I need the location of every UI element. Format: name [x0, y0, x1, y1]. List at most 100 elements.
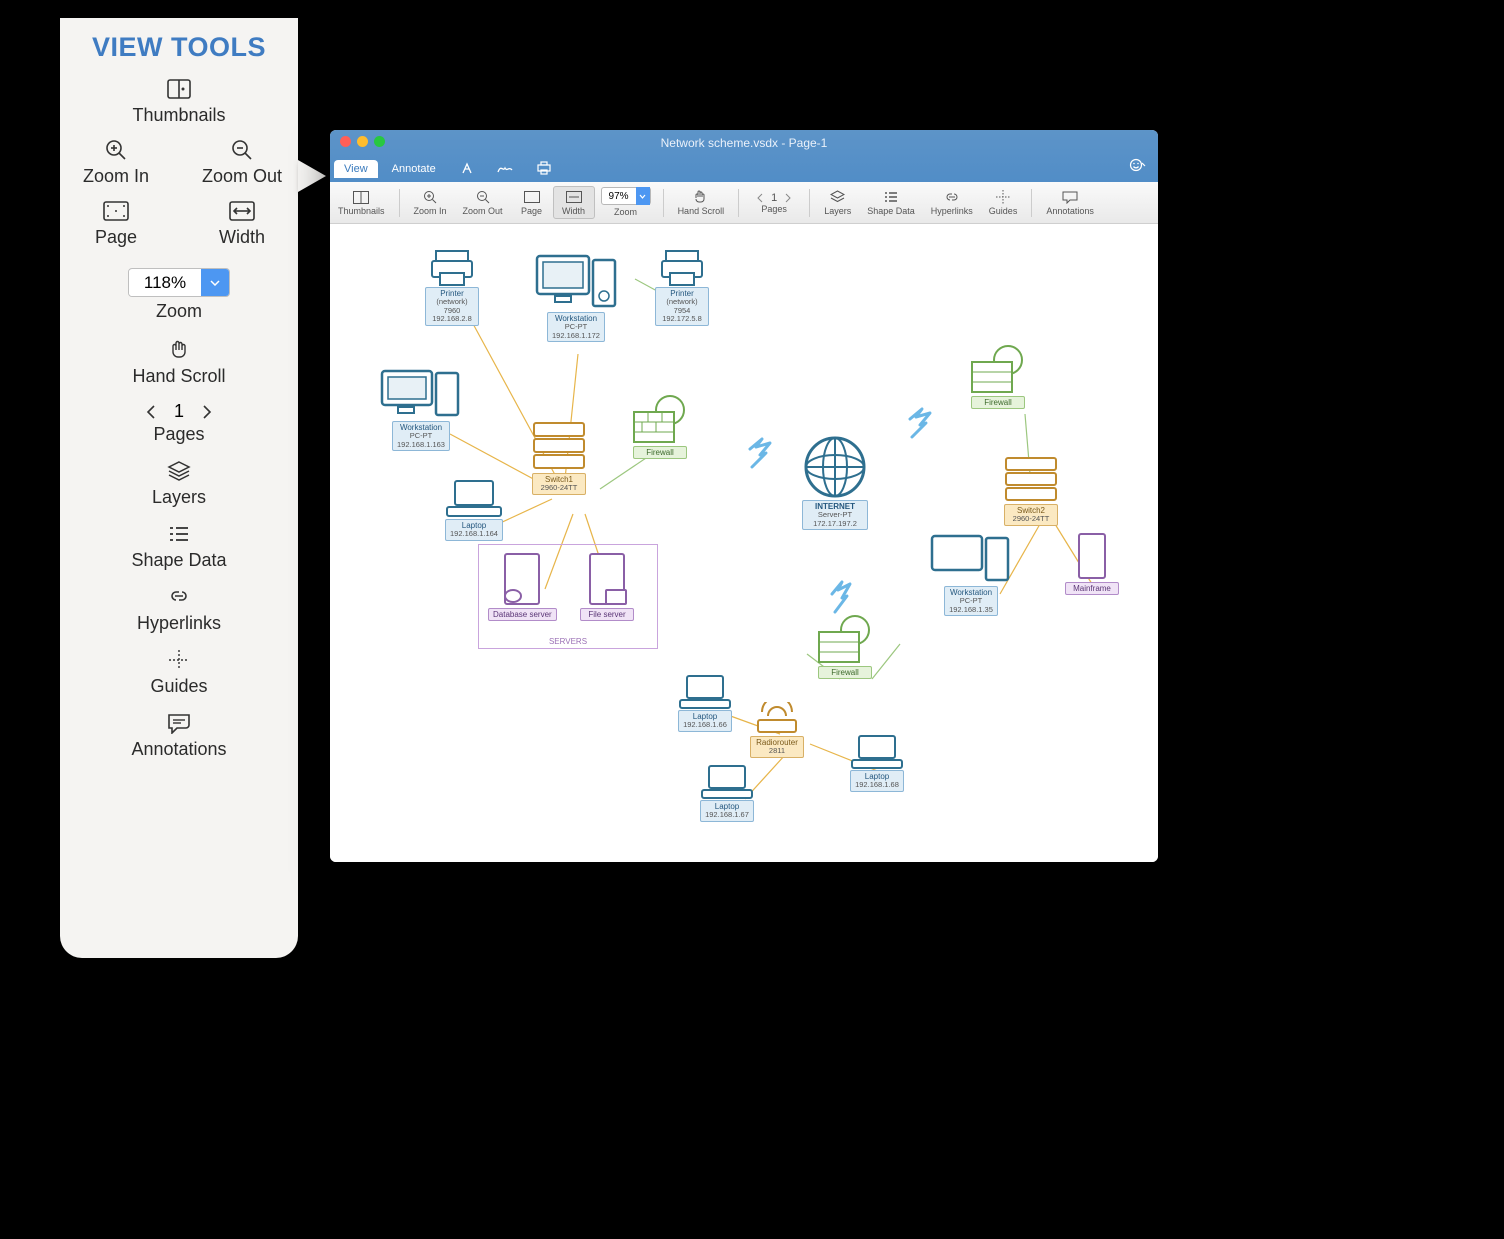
- callout-layers[interactable]: Layers: [68, 459, 290, 508]
- node-switch-1[interactable]: Switch12960-24TT: [530, 419, 588, 495]
- node-firewall-right[interactable]: Firewall: [968, 344, 1028, 409]
- router-icon: [752, 702, 802, 736]
- callout-hand-scroll[interactable]: Hand Scroll: [68, 338, 290, 387]
- thumbnails-icon: [166, 77, 192, 101]
- close-icon[interactable]: [340, 136, 351, 147]
- tb-fit-page[interactable]: Page: [511, 189, 553, 216]
- node-database-server[interactable]: Database server: [488, 552, 557, 621]
- feedback-icon[interactable]: [1128, 158, 1146, 172]
- zoom-in-icon: [422, 189, 438, 205]
- node-mainframe[interactable]: Mainframe: [1065, 532, 1119, 595]
- laptop-icon: [850, 734, 904, 770]
- tb-zoom-out[interactable]: Zoom Out: [455, 189, 511, 216]
- pdf-export-icon[interactable]: [460, 161, 474, 175]
- tb-zoom-control[interactable]: [601, 187, 651, 205]
- callout-zoom-in[interactable]: Zoom In: [68, 138, 164, 187]
- layers-icon: [830, 189, 846, 205]
- signature-icon[interactable]: [496, 161, 514, 175]
- printer-icon: [660, 249, 704, 287]
- prev-page-icon[interactable]: [757, 193, 763, 203]
- prev-page-icon[interactable]: [146, 404, 156, 420]
- tb-guides[interactable]: Guides: [981, 189, 1026, 216]
- tab-annotate[interactable]: Annotate: [382, 160, 446, 178]
- print-icon[interactable]: [536, 161, 552, 175]
- diagram-canvas[interactable]: Printer(network)7960192.168.2.8 Workstat…: [330, 224, 1158, 862]
- zoom-out-icon: [475, 189, 491, 205]
- fit-page-icon: [524, 189, 540, 205]
- node-printer-2[interactable]: Printer(network)7954192.172.5.8: [655, 249, 709, 326]
- minimize-icon[interactable]: [357, 136, 368, 147]
- layers-icon: [166, 459, 192, 483]
- node-printer-1[interactable]: Printer(network)7960192.168.2.8: [425, 249, 479, 326]
- app-window: Network scheme.vsdx - Page-1 View Annota…: [330, 130, 1158, 862]
- next-page-icon[interactable]: [202, 404, 212, 420]
- callout-width[interactable]: Width: [194, 199, 290, 248]
- node-workstation-top[interactable]: WorkstationPC-PT192.168.1.172: [535, 254, 617, 342]
- tb-thumbnails[interactable]: Thumbnails: [330, 189, 393, 216]
- globe-icon: [802, 434, 868, 500]
- callout-shape-data[interactable]: Shape Data: [68, 522, 290, 571]
- callout-annotations[interactable]: Annotations: [68, 711, 290, 760]
- tb-shape-data[interactable]: Shape Data: [859, 189, 923, 216]
- firewall-icon: [630, 394, 690, 446]
- callout-hyperlinks[interactable]: Hyperlinks: [68, 585, 290, 634]
- tb-zoom-in[interactable]: Zoom In: [406, 189, 455, 216]
- thumbnails-icon: [353, 189, 369, 205]
- zoom-in-icon: [103, 138, 129, 162]
- callout-guides[interactable]: Guides: [68, 648, 290, 697]
- callout-panel: VIEW TOOLS Thumbnails Zoom In Zoom Out P…: [60, 18, 298, 958]
- fit-page-icon: [103, 199, 129, 223]
- callout-page[interactable]: Page: [68, 199, 164, 248]
- chevron-down-icon[interactable]: [201, 269, 229, 296]
- tb-page-number: 1: [771, 192, 777, 204]
- node-laptop-b1[interactable]: Laptop192.168.1.66: [678, 674, 732, 732]
- tb-layers[interactable]: Layers: [816, 189, 859, 216]
- tb-fit-width[interactable]: Width: [553, 186, 595, 219]
- chevron-down-icon[interactable]: [636, 187, 650, 205]
- node-radiorouter[interactable]: Radiorouter2811: [750, 702, 804, 758]
- node-firewall-mid[interactable]: Firewall: [630, 394, 690, 459]
- laptop-icon: [445, 479, 503, 519]
- callout-zoom-input[interactable]: [129, 270, 201, 296]
- node-file-server[interactable]: File server: [580, 552, 634, 621]
- callout-page-number: 1: [174, 401, 184, 422]
- callout-thumbnails[interactable]: Thumbnails: [68, 77, 290, 126]
- fit-width-icon: [566, 189, 582, 205]
- hand-icon: [166, 338, 192, 362]
- tab-view[interactable]: View: [334, 160, 378, 178]
- tb-annotations[interactable]: Annotations: [1038, 189, 1102, 216]
- guides-icon: [166, 648, 192, 672]
- node-firewall-bottom[interactable]: Firewall: [815, 614, 875, 679]
- firewall-icon: [815, 614, 875, 666]
- firewall-icon: [968, 344, 1028, 396]
- shape-data-icon: [166, 522, 192, 546]
- fit-width-icon: [229, 199, 255, 223]
- hyperlinks-icon: [166, 585, 192, 609]
- mainframe-icon: [1075, 532, 1109, 582]
- node-laptop-left[interactable]: Laptop192.168.1.164: [445, 479, 503, 541]
- callout-zoom-out[interactable]: Zoom Out: [194, 138, 290, 187]
- node-laptop-b2[interactable]: Laptop192.168.1.67: [700, 764, 754, 822]
- callout-zoom-control[interactable]: [128, 268, 230, 297]
- callout-title: VIEW TOOLS: [68, 32, 290, 63]
- traffic-lights: [340, 136, 385, 147]
- tb-pager: 1: [753, 192, 795, 204]
- node-laptop-b3[interactable]: Laptop192.168.1.68: [850, 734, 904, 792]
- node-workstation-right[interactable]: WorkstationPC-PT192.168.1.35: [930, 534, 1012, 616]
- maximize-icon[interactable]: [374, 136, 385, 147]
- tb-hand-scroll[interactable]: Hand Scroll: [670, 189, 733, 216]
- tb-zoom-input[interactable]: [602, 191, 636, 202]
- laptop-icon: [700, 764, 754, 800]
- window-title: Network scheme.vsdx - Page-1: [330, 130, 1158, 150]
- workstation-icon: [930, 534, 1012, 586]
- node-switch-2[interactable]: Switch22960-24TT: [1002, 454, 1060, 526]
- laptop-icon: [678, 674, 732, 710]
- workstation-icon: [380, 369, 462, 421]
- tb-hyperlinks[interactable]: Hyperlinks: [923, 189, 981, 216]
- node-workstation-left[interactable]: WorkstationPC-PT192.168.1.163: [380, 369, 462, 451]
- toolbar: Thumbnails Zoom In Zoom Out Page Width Z…: [330, 182, 1158, 224]
- shape-data-icon: [883, 189, 899, 205]
- next-page-icon[interactable]: [785, 193, 791, 203]
- node-internet[interactable]: INTERNETServer-PT172.17.197.2: [802, 434, 868, 530]
- callout-pager: 1 Pages: [68, 401, 290, 445]
